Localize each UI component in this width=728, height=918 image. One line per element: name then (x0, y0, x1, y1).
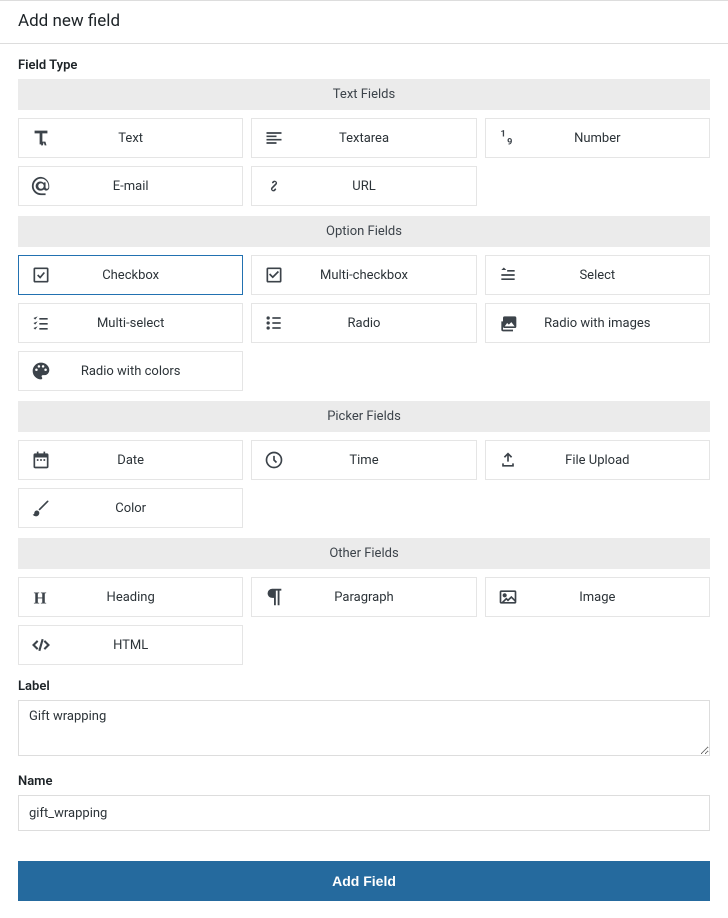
clock-icon (252, 450, 296, 470)
select-icon (486, 265, 530, 285)
group-picker-grid: Date Time File Upload Color (18, 440, 710, 528)
field-type-date[interactable]: Date (18, 440, 243, 480)
palette-icon (19, 361, 63, 381)
field-type-radio[interactable]: Radio (251, 303, 476, 343)
field-type-heading[interactable]: H Heading (18, 577, 243, 617)
at-icon (19, 175, 63, 197)
field-label: File Upload (530, 453, 709, 468)
checkbox-icon (19, 265, 63, 285)
field-type-checkbox[interactable]: Checkbox (18, 255, 243, 295)
field-label: Date (63, 453, 242, 468)
field-label: Image (530, 590, 709, 605)
label-field-label: Label (18, 679, 710, 694)
field-type-multi-checkbox[interactable]: Multi-checkbox (251, 255, 476, 295)
field-label: URL (296, 179, 475, 194)
add-field-button[interactable]: Add Field (18, 861, 710, 901)
field-label: Textarea (296, 131, 475, 146)
radio-list-icon (252, 313, 296, 333)
brush-icon (19, 498, 63, 518)
group-other-grid: H Heading Paragraph Image HTML (18, 577, 710, 665)
field-type-color[interactable]: Color (18, 488, 243, 528)
link-icon (252, 176, 296, 196)
group-text-grid: Text Textarea 19 Number E-mail URL (18, 118, 710, 206)
field-label: Number (530, 131, 709, 146)
field-label: Paragraph (296, 590, 475, 605)
pilcrow-icon (252, 586, 296, 608)
field-label: Multi-select (63, 316, 242, 331)
field-label: Time (296, 453, 475, 468)
field-type-number[interactable]: 19 Number (485, 118, 710, 158)
group-header-text: Text Fields (18, 79, 710, 110)
field-label: Select (530, 268, 709, 283)
group-header-option: Option Fields (18, 216, 710, 247)
field-label: Radio with images (530, 316, 709, 331)
font-icon (19, 127, 63, 149)
name-input[interactable] (18, 795, 710, 831)
field-label: Checkbox (63, 268, 242, 283)
group-option-grid: Checkbox Multi-checkbox Select Multi-sel… (18, 255, 710, 391)
field-type-textarea[interactable]: Textarea (251, 118, 476, 158)
field-label: Multi-checkbox (296, 268, 475, 283)
group-header-other: Other Fields (18, 538, 710, 569)
label-input[interactable] (18, 700, 710, 756)
field-type-html[interactable]: HTML (18, 625, 243, 665)
field-label: E-mail (63, 179, 242, 194)
one-nine-icon: 19 (486, 128, 530, 148)
name-field-label: Name (18, 774, 710, 789)
field-label: Color (63, 501, 242, 516)
images-icon (486, 313, 530, 333)
field-type-time[interactable]: Time (251, 440, 476, 480)
field-label: Radio with colors (63, 364, 242, 379)
field-type-select[interactable]: Select (485, 255, 710, 295)
field-type-text[interactable]: Text (18, 118, 243, 158)
field-type-radio-images[interactable]: Radio with images (485, 303, 710, 343)
field-label: Heading (63, 590, 242, 605)
multi-checkbox-icon (252, 265, 296, 285)
page-title: Add new field (0, 1, 728, 43)
field-type-email[interactable]: E-mail (18, 166, 243, 206)
group-header-picker: Picker Fields (18, 401, 710, 432)
field-type-label: Field Type (18, 58, 710, 73)
field-type-file[interactable]: File Upload (485, 440, 710, 480)
image-icon (486, 587, 530, 607)
field-type-paragraph[interactable]: Paragraph (251, 577, 476, 617)
field-label: Radio (296, 316, 475, 331)
svg-text:H: H (34, 588, 47, 607)
code-icon (19, 635, 63, 655)
field-type-radio-colors[interactable]: Radio with colors (18, 351, 243, 391)
field-label: Text (63, 131, 242, 146)
calendar-icon (19, 450, 63, 470)
upload-icon (486, 450, 530, 470)
align-left-icon (252, 128, 296, 148)
field-type-multi-select[interactable]: Multi-select (18, 303, 243, 343)
field-label: HTML (63, 638, 242, 653)
multi-select-icon (19, 313, 63, 333)
field-type-url[interactable]: URL (251, 166, 476, 206)
svg-text:1: 1 (500, 129, 505, 139)
field-type-image[interactable]: Image (485, 577, 710, 617)
svg-text:9: 9 (507, 138, 512, 148)
heading-icon: H (19, 586, 63, 608)
